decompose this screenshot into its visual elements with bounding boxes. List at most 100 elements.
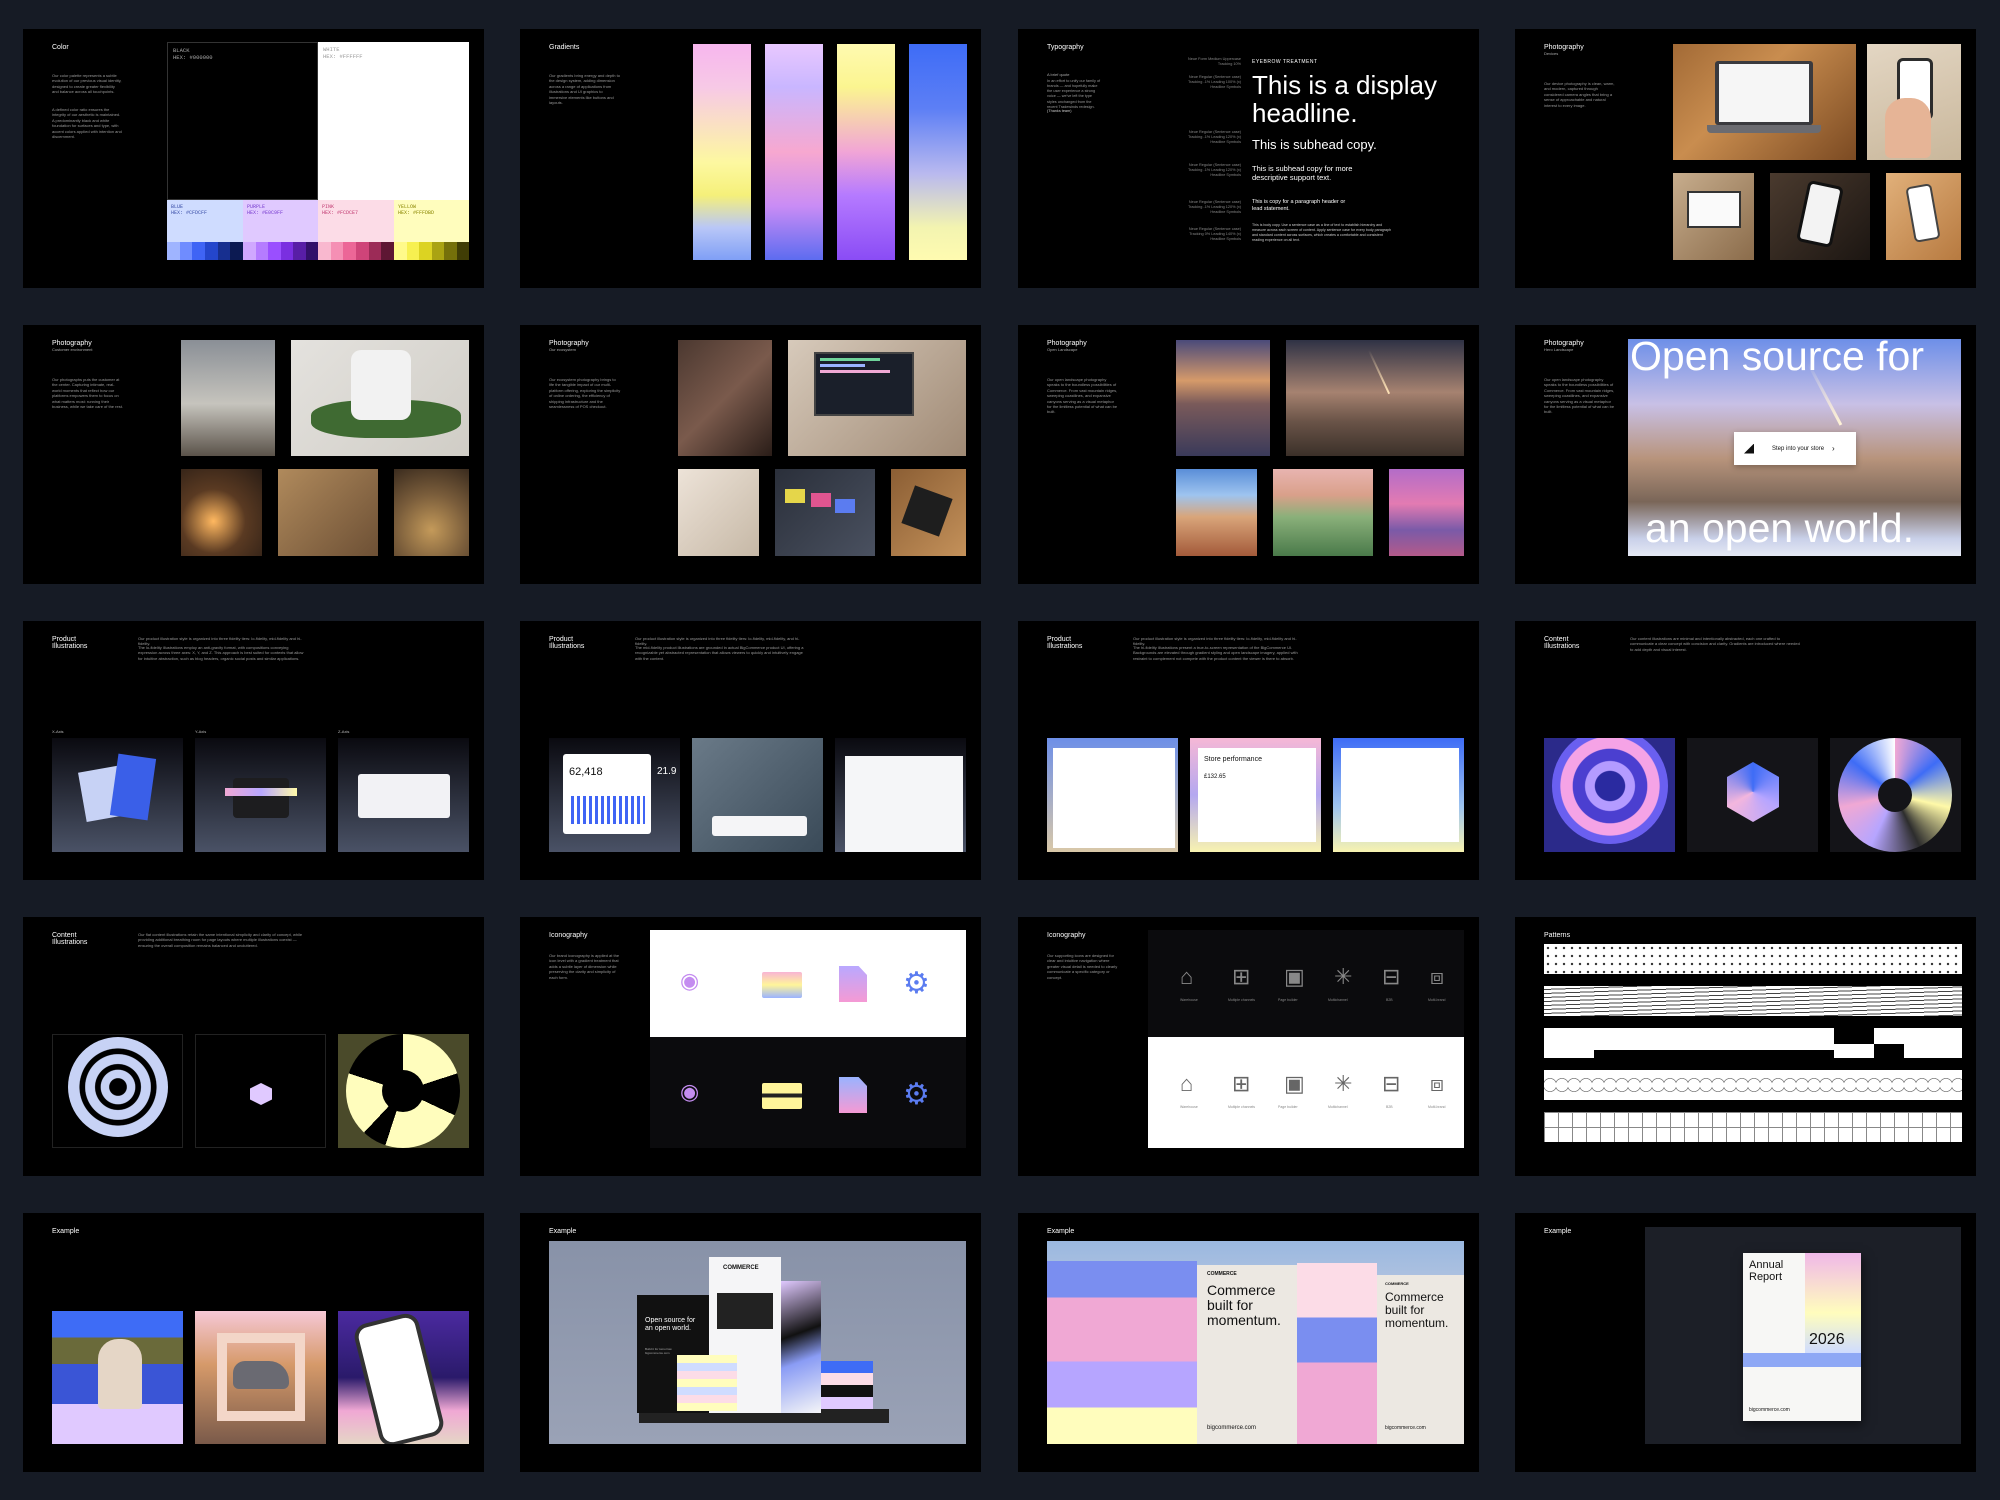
hero-headline-line1: Open source for [1630, 339, 1924, 379]
slide-product-illustrations-lofi[interactable]: Product Illustrations Our product illust… [23, 621, 484, 880]
ramp-blue [167, 242, 244, 260]
photo-valley [1273, 469, 1373, 556]
swatch-pink: PINK HEX: #FCDCE7 [318, 200, 395, 260]
slide-photo-customer[interactable]: Photography Customer environment Our pho… [23, 325, 484, 584]
illustration-flat-cube [195, 1034, 326, 1148]
b2b-icon: ⊟ [1382, 964, 1401, 989]
display-headline-sample: This is a display headline. [1252, 70, 1437, 128]
logo-icon [1744, 443, 1754, 454]
icon-caption: Multiple channels [1228, 998, 1256, 1002]
ramp-pink [318, 242, 395, 260]
slide-photo-landscape[interactable]: Photography Open Landscape Our open land… [1018, 325, 1479, 584]
caption-x-axis: X-Axis [52, 729, 64, 734]
booth-crate [677, 1355, 737, 1411]
swatch-white: WHITE HEX: #FFFFFF [318, 42, 469, 200]
pattern-converging-lines [1544, 986, 1962, 1016]
button-label: Step into your store [1772, 445, 1825, 452]
slide-iconography-outline[interactable]: Iconography Our supporting icons are des… [1018, 917, 1479, 1176]
slide-subtitle: Open Landscape [1047, 347, 1078, 352]
illustration-y-axis [195, 738, 326, 852]
slide-title: Content Illustrations [1544, 636, 1580, 650]
slide-product-illustrations-hifi[interactable]: Product Illustrations Our product illust… [1018, 621, 1479, 880]
slide-iconography-gradient[interactable]: Iconography Our brand iconography is app… [520, 917, 981, 1176]
slide-title: Product Illustrations [52, 636, 88, 650]
slide-product-illustrations-midfi[interactable]: Product Illustrations Our product illust… [520, 621, 981, 880]
icon-caption: Multiple channels [1228, 1105, 1256, 1109]
slide-photo-devices[interactable]: Photography Devices Our device photograp… [1515, 29, 1976, 288]
ramp-yellow [394, 242, 469, 260]
photo-phone-table [1886, 173, 1961, 260]
stat-value-2: 21.9 [657, 766, 677, 777]
slide-photo-ecosystem[interactable]: Photography Our ecosystem Our ecosystem … [520, 325, 981, 584]
slide-content-illustrations-gradient[interactable]: Content Illustrations Our content illust… [1515, 621, 1976, 880]
type-note-1: Neue Form Medium Uppercase Tracking 10% [1188, 57, 1241, 66]
slide-body: Our device photography is clean, warm, a… [1544, 81, 1615, 108]
slide-body: In an effort to unify our family of bran… [1047, 79, 1101, 109]
example-billboard-scene: COMMERCE Commerce built for momentum. bi… [1047, 1241, 1464, 1444]
slide-typography[interactable]: Typography A brief quote In an effort to… [1018, 29, 1479, 288]
eye-icon: ◉ [680, 968, 700, 993]
photo-woman-phone [678, 340, 772, 456]
slide-title: Color [52, 44, 69, 51]
swatch-yellow-hex: HEX: #FFFDBD [398, 210, 435, 216]
illustration-radial-segments [1830, 738, 1961, 852]
ramp-purple [243, 242, 318, 260]
slide-title: Photography [1544, 44, 1584, 51]
slide-photo-hero[interactable]: Photography Hero Landscape Our open land… [1515, 325, 1976, 584]
outline-icon-panel-light: ⌂ ⊞ ▣ ✳ ⊟ ⧈ Warehouse Multiple channels … [1148, 1037, 1464, 1148]
slide-example-billboard[interactable]: Example COMMERCE Commerce built for mome… [1018, 1213, 1479, 1472]
slide-subtitle: A brief quote [1047, 72, 1070, 77]
slide-color[interactable]: Color Our color palette represents a sub… [23, 29, 484, 288]
hero-banner: Open source for an open world. Step into… [1628, 339, 1961, 556]
eye-icon: ◉ [680, 1079, 700, 1104]
slide-example-report[interactable]: Example Annual Report 2026 bigcommerce.c… [1515, 1213, 1976, 1472]
swatch-white-hex: HEX: #FFFFFF [323, 53, 363, 60]
slide-example-collage[interactable]: Example [23, 1213, 484, 1472]
photo-fabric [278, 469, 378, 556]
eyebrow-sample: EYEBROW TREATMENT [1252, 59, 1318, 65]
outline-icon-panel-dark: ⌂ ⊞ ▣ ✳ ⊟ ⧈ Warehouse Multiple channels … [1148, 930, 1464, 1037]
stat-value: 62,418 [569, 766, 603, 778]
store-performance-value: £132.65 [1204, 774, 1226, 780]
gradient-bar-1 [693, 44, 751, 260]
type-note-5: Neue Regular (Sentence case) Tracking -1… [1187, 200, 1241, 214]
slide-title: Iconography [1047, 932, 1086, 939]
slide-title: Photography [1544, 340, 1584, 347]
slide-body: Our gradients bring energy and depth to … [549, 73, 620, 105]
slide-title: Example [1544, 1228, 1572, 1235]
chevron-right-icon: › [1832, 444, 1835, 453]
photo-vegetables [291, 340, 469, 456]
slide-subtitle: Devices [1544, 51, 1559, 56]
channels-icon: ⊞ [1232, 1071, 1251, 1096]
photo-meadow-sunset [1176, 340, 1270, 456]
gradient-bar-3 [837, 44, 895, 260]
photo-laptop-code [788, 340, 966, 456]
example-booth-scene: Open source for an open world. Build it … [549, 1241, 966, 1444]
slide-body: Our supporting icons are designed for cl… [1047, 953, 1118, 980]
illustration-concentric-rings [1544, 738, 1675, 852]
photo-pottery [394, 469, 469, 556]
photo-mountain-rocket [1286, 340, 1464, 456]
slide-title: Content Illustrations [52, 932, 88, 946]
slide-gradients[interactable]: Gradients Our gradients bring energy and… [520, 29, 981, 288]
multichannel-icon: ✳ [1334, 1071, 1353, 1096]
slide-body: Our open landscape photography speaks to… [1047, 377, 1118, 415]
slide-subtitle: Our ecosystem [549, 347, 576, 352]
slide-title: Iconography [549, 932, 588, 939]
lead-sample: This is copy for a paragraph header or l… [1252, 199, 1346, 212]
photo-laptop-desk [1673, 44, 1856, 160]
slide-title: Photography [52, 340, 92, 347]
icon-caption: Page builder [1278, 1105, 1298, 1109]
type-note-3: Neue Regular (Sentence case) Tracking -1… [1187, 130, 1241, 144]
slide-content-illustrations-flat[interactable]: Content Illustrations Our flat content i… [23, 917, 484, 1176]
illustration-flat-radial [338, 1034, 469, 1148]
step-into-store-button[interactable]: Step into your store › [1734, 432, 1856, 465]
slide-body: Our photographs puts the customer at the… [52, 377, 123, 409]
slide-example-booth[interactable]: Example Open source for an open world. B… [520, 1213, 981, 1472]
gear-icon: ⚙ [903, 967, 930, 1000]
card-icon [762, 972, 802, 998]
slide-patterns[interactable]: Patterns [1515, 917, 1976, 1176]
pattern-blocks [1544, 1028, 1962, 1058]
b2b-icon: ⊟ [1382, 1071, 1401, 1096]
photo-card-reader [678, 469, 759, 556]
